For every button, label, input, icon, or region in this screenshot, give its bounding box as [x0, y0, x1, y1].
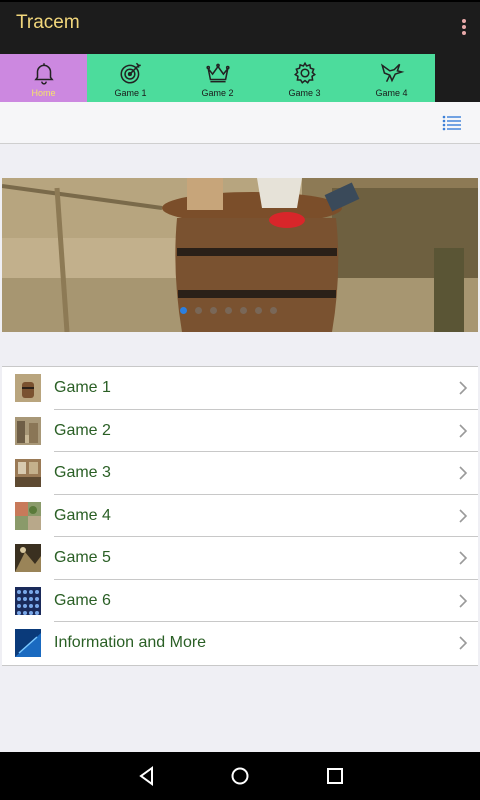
list-item-label: Game 1 [54, 379, 111, 397]
list-item-label: Information and More [54, 634, 207, 652]
list-item-game-3[interactable]: Game 3 [2, 452, 478, 495]
tab-game-4[interactable]: Game 4 [348, 54, 435, 102]
tab-label: Game 4 [375, 88, 408, 98]
pattern-thumbnail-icon [15, 586, 41, 615]
tab-label: Home [31, 88, 56, 98]
leaves-thumbnail-icon [15, 501, 41, 530]
list-item-game-6[interactable]: Game 6 [2, 580, 478, 622]
list-item-game-2[interactable]: Game 2 [2, 410, 478, 452]
list-item-game-4[interactable]: Game 4 [2, 495, 478, 537]
back-icon[interactable] [137, 766, 157, 786]
bird-icon [380, 63, 404, 83]
tab-bar: Home Game 1 Game 2 Game 3 Game 4 [0, 54, 480, 102]
room-thumbnail-icon [15, 459, 41, 488]
overflow-menu-icon[interactable] [460, 19, 468, 39]
tab-home[interactable]: Home [0, 54, 87, 102]
carousel-dot[interactable] [255, 307, 262, 314]
tab-game-1[interactable]: Game 1 [87, 54, 174, 102]
carousel-dot[interactable] [210, 307, 217, 314]
chevron-right-icon [459, 636, 468, 650]
list-item-information[interactable]: Information and More [2, 622, 478, 665]
carousel-dot[interactable] [240, 307, 247, 314]
bell-icon [33, 63, 54, 85]
list-item-game-5[interactable]: Game 5 [2, 537, 478, 580]
list-view-icon[interactable] [442, 114, 462, 132]
gear-icon [293, 61, 316, 84]
list-item-label: Game 5 [54, 549, 111, 567]
ruins-thumbnail-icon [15, 416, 41, 445]
barrel-thumbnail-icon [15, 374, 41, 403]
info-thumbnail-icon [15, 629, 41, 658]
carousel-dot[interactable] [270, 307, 277, 314]
tab-label: Game 2 [201, 88, 234, 98]
list-item-game-1[interactable]: Game 1 [2, 367, 478, 410]
tab-game-2[interactable]: Game 2 [174, 54, 261, 102]
list-item-label: Game 3 [54, 464, 111, 482]
cave-thumbnail-icon [15, 544, 41, 573]
chevron-right-icon [459, 551, 468, 565]
game-list: Game 1 Game 2 Game 3 Game 4 Game 5 Game … [2, 366, 478, 666]
chevron-right-icon [459, 381, 468, 395]
carousel-dot[interactable] [195, 307, 202, 314]
app-bar: Tracem [0, 2, 480, 54]
crown-icon [205, 63, 230, 83]
carousel-dot[interactable] [225, 307, 232, 314]
target-icon [119, 62, 141, 84]
secondary-toolbar [0, 102, 480, 144]
list-item-label: Game 4 [54, 506, 111, 524]
home-icon[interactable] [230, 766, 250, 786]
tab-label: Game 1 [114, 88, 147, 98]
chevron-right-icon [459, 466, 468, 480]
tab-game-3[interactable]: Game 3 [261, 54, 348, 102]
tab-bar-filler [435, 54, 480, 102]
chevron-right-icon [459, 594, 468, 608]
image-carousel[interactable] [2, 178, 478, 332]
carousel-dot[interactable] [180, 307, 187, 314]
list-item-label: Game 6 [54, 591, 111, 609]
app-title: Tracem [16, 12, 80, 33]
tab-label: Game 3 [288, 88, 321, 98]
chevron-right-icon [459, 424, 468, 438]
system-nav-bar [0, 752, 480, 800]
list-item-label: Game 2 [54, 421, 111, 439]
carousel-indicator [2, 307, 478, 314]
chevron-right-icon [459, 509, 468, 523]
recents-icon[interactable] [325, 766, 345, 786]
